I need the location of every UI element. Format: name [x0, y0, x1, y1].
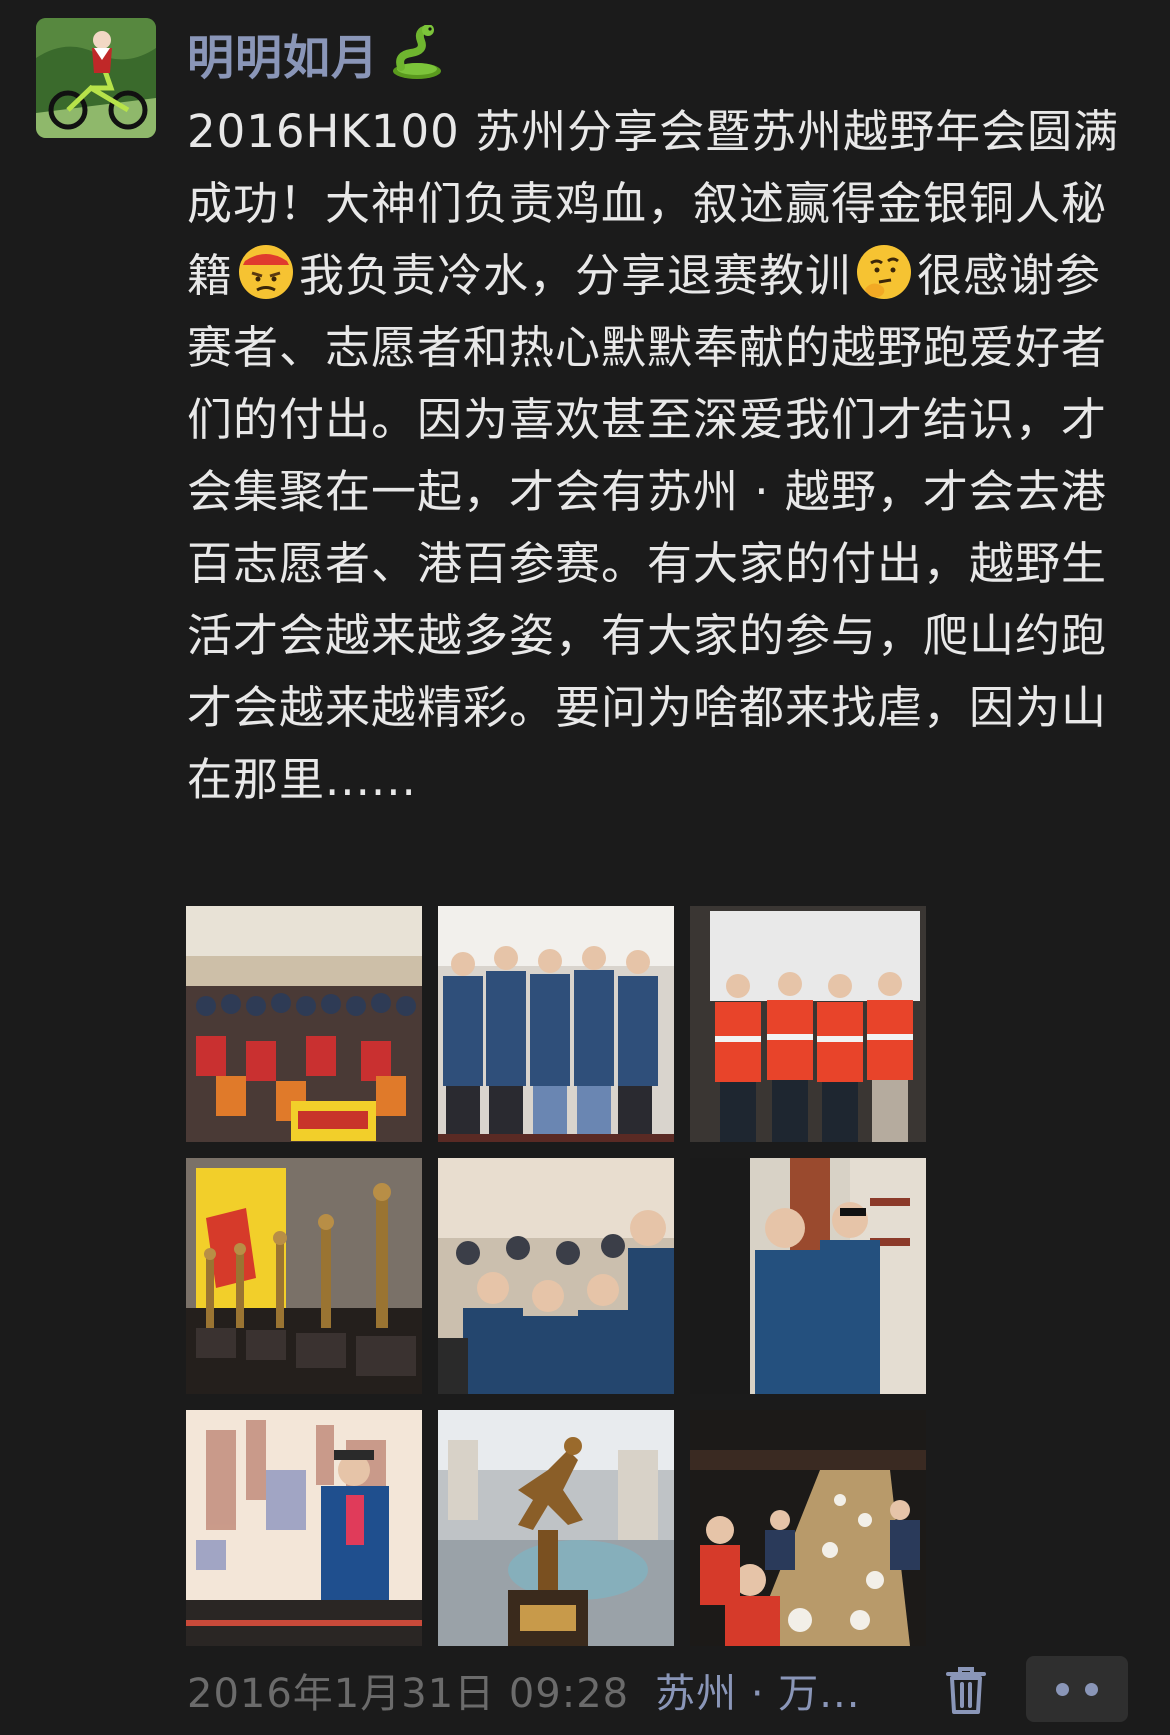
post-text-part-3: 很感谢参赛者、志愿者和热心默默奉献的越野跑爱好者们的付出。因为喜欢甚至深爱我们才… — [187, 249, 1108, 806]
photo-presenter[interactable] — [186, 1410, 422, 1646]
more-dot-icon — [1056, 1682, 1069, 1696]
trash-icon[interactable] — [942, 1664, 990, 1716]
post-author[interactable]: 明明如月 — [187, 22, 447, 86]
photo-two-men[interactable] — [690, 1158, 926, 1394]
author-name[interactable]: 明明如月 — [187, 19, 379, 88]
photo-grid — [186, 906, 926, 1646]
post-text: 2016HK100 苏州分享会暨苏州越野年会圆满成功！大神们负责鸡血，叙述赢得金… — [187, 96, 1147, 816]
photo-audience[interactable] — [438, 1158, 674, 1394]
avatar[interactable] — [36, 18, 156, 138]
photo-group-banner[interactable] — [186, 906, 422, 1142]
angry-emoji-icon — [239, 245, 294, 299]
more-button[interactable] — [1026, 1656, 1128, 1722]
snake-emoji-icon — [393, 25, 441, 79]
post-footer: 2016年1月31日 09:28 苏州 · 万... — [187, 1656, 1128, 1722]
more-dot-icon — [1085, 1682, 1098, 1696]
photo-orange-vests[interactable] — [690, 906, 926, 1142]
photo-trophy-men[interactable] — [438, 906, 674, 1142]
photo-trophies[interactable] — [186, 1158, 422, 1394]
photo-dinner[interactable] — [690, 1410, 926, 1646]
post-location[interactable]: 苏州 · 万... — [655, 1661, 860, 1719]
photo-trophy-closeup[interactable] — [438, 1410, 674, 1646]
thinking-emoji-icon — [857, 245, 912, 299]
post-timestamp: 2016年1月31日 09:28 — [187, 1671, 630, 1717]
post-text-part-2: 我负责冷水，分享退赛教训 — [299, 249, 852, 302]
